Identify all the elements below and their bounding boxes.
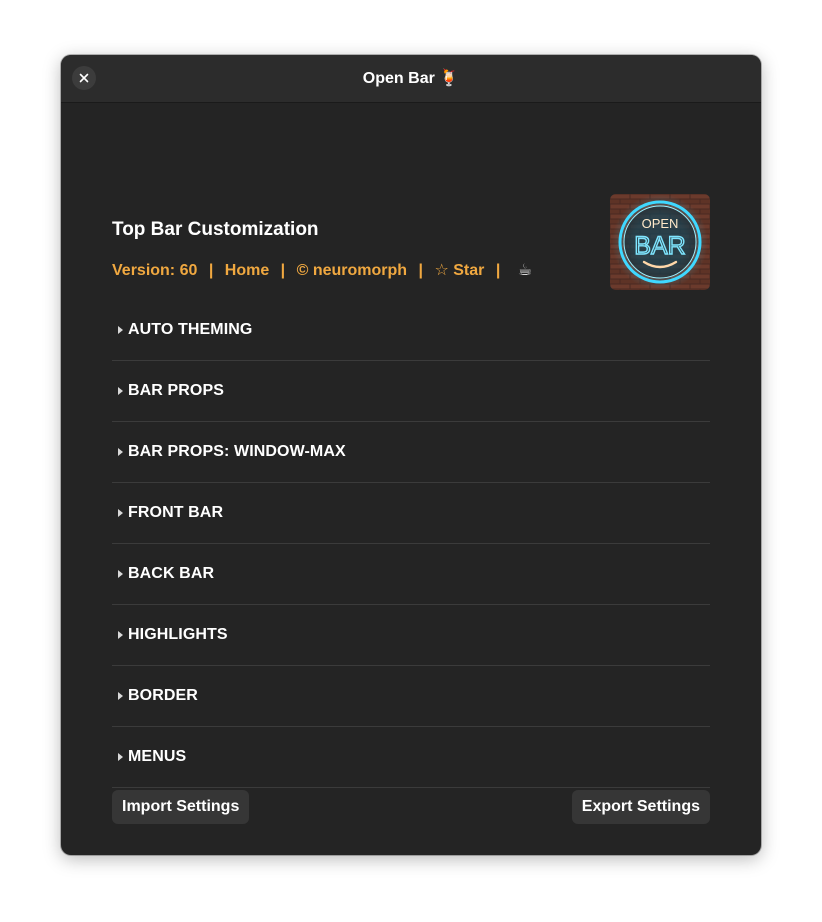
section-border[interactable]: BORDER	[112, 666, 710, 727]
expand-arrow-icon	[118, 753, 123, 761]
logo-open-text: OPEN	[642, 216, 679, 231]
section-label: BACK BAR	[128, 565, 215, 582]
import-settings-button[interactable]: Import Settings	[112, 790, 250, 824]
titlebar: Open Bar 🍹	[61, 55, 761, 103]
section-label: BORDER	[128, 687, 198, 704]
section-front-bar[interactable]: FRONT BAR	[112, 483, 710, 544]
expand-arrow-icon	[118, 692, 123, 700]
section-highlights[interactable]: HIGHLIGHTS	[112, 605, 710, 666]
expand-arrow-icon	[118, 509, 123, 517]
section-label: MENUS	[128, 748, 187, 765]
settings-sections: AUTO THEMING BAR PROPS BAR PROPS: WINDOW…	[112, 300, 710, 788]
window-title: Open Bar 🍹	[362, 70, 460, 87]
star-link[interactable]: ☆ Star	[434, 262, 484, 279]
section-label: HIGHLIGHTS	[128, 626, 228, 643]
author-link[interactable]: © neuromorph	[297, 262, 407, 279]
section-label: BAR PROPS	[128, 382, 225, 399]
home-link[interactable]: Home	[225, 262, 269, 279]
section-menus[interactable]: MENUS	[112, 727, 710, 788]
expand-arrow-icon	[118, 387, 123, 395]
expand-arrow-icon	[118, 326, 123, 334]
expand-arrow-icon	[118, 570, 123, 578]
preferences-window: Open Bar 🍹 Top Bar Customization Version…	[61, 55, 761, 855]
section-label: BAR PROPS: WINDOW-MAX	[128, 443, 346, 460]
separator: |	[208, 262, 214, 279]
version-label: Version: 60	[112, 262, 198, 279]
section-bar-props-window-max[interactable]: BAR PROPS: WINDOW-MAX	[112, 422, 710, 483]
logo-bar-text: BAR	[634, 232, 685, 260]
section-label: AUTO THEMING	[128, 321, 253, 338]
section-bar-props[interactable]: BAR PROPS	[112, 361, 710, 422]
separator: |	[280, 262, 286, 279]
section-label: FRONT BAR	[128, 504, 224, 521]
expand-arrow-icon	[118, 448, 123, 456]
section-auto-theming[interactable]: AUTO THEMING	[112, 300, 710, 361]
app-logo: OPEN BAR	[610, 194, 710, 290]
separator: |	[495, 262, 501, 279]
export-settings-button[interactable]: Export Settings	[571, 790, 710, 824]
separator: |	[418, 262, 423, 279]
page-title: Top Bar Customization	[112, 219, 319, 240]
header-links: Version: 60 | Home | © neuromorph | ☆ St…	[112, 260, 532, 280]
expand-arrow-icon	[118, 631, 123, 639]
coffee-icon[interactable]: ☕	[518, 262, 532, 279]
section-back-bar[interactable]: BACK BAR	[112, 544, 710, 605]
